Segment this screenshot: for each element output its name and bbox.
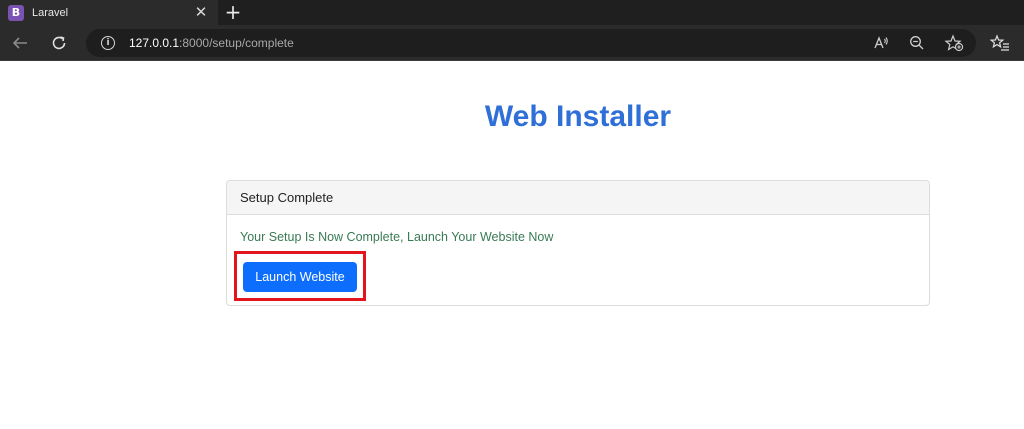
tab-bar: B Laravel ✕ + bbox=[0, 0, 1024, 25]
info-icon[interactable]: i bbox=[101, 36, 115, 50]
address-bar-actions bbox=[872, 34, 964, 52]
back-arrow-icon[interactable] bbox=[10, 33, 30, 53]
setup-complete-card: Setup Complete Your Setup Is Now Complet… bbox=[226, 180, 930, 306]
url-host: 127.0.0.1 bbox=[129, 36, 180, 50]
browser-tab[interactable]: B Laravel ✕ bbox=[0, 0, 218, 25]
url-text: 127.0.0.1:8000/setup/complete bbox=[129, 36, 294, 50]
favorites-icon[interactable] bbox=[990, 33, 1010, 53]
card-header: Setup Complete bbox=[227, 181, 929, 215]
read-aloud-icon[interactable] bbox=[872, 34, 890, 52]
new-tab-button[interactable]: + bbox=[224, 2, 242, 22]
success-message: Your Setup Is Now Complete, Launch Your … bbox=[240, 230, 554, 244]
launch-website-button[interactable]: Launch Website bbox=[243, 262, 357, 292]
tab-title: Laravel bbox=[32, 6, 69, 19]
browser-toolbar: i 127.0.0.1:8000/setup/complete bbox=[0, 25, 1024, 61]
zoom-out-icon[interactable] bbox=[908, 34, 926, 52]
bootstrap-favicon-icon: B bbox=[8, 4, 24, 21]
reload-icon[interactable] bbox=[49, 33, 69, 53]
highlight-box: Launch Website bbox=[234, 251, 366, 301]
url-path: :8000/setup/complete bbox=[179, 36, 294, 50]
close-tab-icon[interactable]: ✕ bbox=[194, 4, 208, 20]
address-bar[interactable]: i 127.0.0.1:8000/setup/complete bbox=[86, 29, 976, 57]
page-title: Web Installer bbox=[484, 100, 672, 133]
add-favorite-icon[interactable] bbox=[944, 34, 964, 52]
